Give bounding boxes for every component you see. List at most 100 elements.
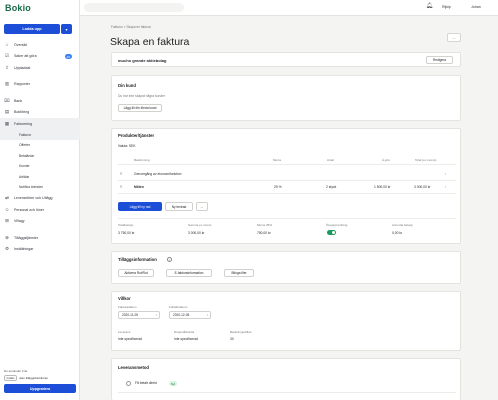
invoice-icon: ▦ [4,120,10,126]
radio-button[interactable] [126,381,131,386]
upload-icon: ⇪ [5,64,9,70]
add-text-row-button[interactable]: Ny textrad [165,202,193,211]
products-title: Produkter/tjänster [118,133,155,138]
sidebar-item-leverantorer[interactable]: ⇄ Leverantörer och Utlägg [0,193,80,205]
summary-vat-label: Moms 25% [257,223,273,227]
summary-vat-value: 750,00 kr [257,231,271,235]
additional-info-title: Tilläggsinformation [118,257,157,262]
company-card: mucho grande aktiebolag Redigera [111,52,461,67]
summary-exvat-label: Summa ex moms [188,223,212,227]
late-interest-value[interactable]: Inte specificerad [174,337,198,341]
sidebar-item-uppladdat[interactable]: ⇪ Uppladdat [0,62,80,74]
bokio-logo[interactable]: Bokio [5,3,31,13]
header-vat: Moms [273,158,282,162]
chevron-down-icon: ▾ [65,26,68,32]
drag-handle-icon[interactable]: ⠿ [120,172,122,176]
breadcrumb[interactable]: Fakturor > Skapa en faktura [111,25,151,29]
plan-tag: Gratis [4,375,18,381]
sidebar-item-rapporter[interactable]: ▥ Rapporter [0,79,80,91]
payment-terms-label: Betalningsvillkor [230,330,252,334]
chevron-right-icon[interactable]: › [445,172,446,176]
late-interest-label: Dröjsmålsränta [174,330,195,334]
summary-total-value: 3 750,00 kr [118,231,135,235]
sidebar-item-personal[interactable]: ☺ Personal och löner [0,204,80,216]
add-row-button[interactable]: Lägg till ny rad [118,202,162,211]
sidebar-item-installningar[interactable]: ⚙ Inställningar [0,244,80,256]
chevron-right-icon[interactable]: › [445,185,446,189]
sidebar-item-bokforing[interactable]: ▤ Bokföring [0,107,80,119]
user-menu[interactable]: Johan [471,5,481,9]
sidebar-item-villagy[interactable]: ⊞ Villagy [0,216,80,228]
topbar: 🔔︎ Rijkip Johan [80,0,498,16]
row-description[interactable]: Möten [134,185,144,189]
plan-text: utan tilläggsfunktioner [19,376,49,380]
sidebar-item-fakturering[interactable]: ▦ Fakturering [0,118,80,130]
supplier-icon: ⇄ [5,195,9,201]
sidebar-sub-offerter[interactable]: Offerter [0,140,80,151]
bank-icon: ⌧ [4,97,10,103]
sidebar-item-oversikt[interactable]: ⌂ Översikt [0,39,80,51]
people-icon: ☺ [4,207,10,213]
terms-card: Villkor Fakturadatum 2020-11-05 ▫ Förfall… [111,291,461,351]
row-qty[interactable]: 2 styck [326,185,336,189]
row-vat[interactable]: 25 % [274,185,282,189]
calendar-icon: ▫ [206,313,208,317]
summary-exvat-value: 3 000,00 kr [188,231,205,235]
row-price[interactable]: 1 500,00 kr [374,185,391,189]
payment-terms-value[interactable]: 30 [230,337,234,341]
delivery-title: Leveransmetod [118,365,149,370]
grid-icon: ⊞ [5,218,9,224]
customer-title: Din kund [118,83,136,88]
delivery-terms-value[interactable]: Inte specificerad [118,337,142,341]
upgrade-button[interactable]: Uppgradera [4,384,76,393]
attach-files-button[interactable]: Bifoga filer [224,269,254,277]
new-badge: Nyt [169,381,178,386]
more-row-options-button[interactable]: ... [196,202,208,211]
info-icon[interactable]: i [167,257,172,262]
due-date-label: Förfallodatum [169,305,188,309]
row-description[interactable]: Genomgång av ekonomifunktion [134,172,181,176]
rounding-label: Öresavrundning [326,223,348,227]
search-input[interactable] [84,3,184,12]
checklist-icon: ☑ [4,53,10,59]
plan-label: Du använder Fria [4,369,28,373]
invoice-date-label: Fakturadatum [118,305,137,309]
upload-button[interactable]: Ladda upp [4,24,60,34]
rounded-amount-label: Avrunda belopp [392,223,413,227]
rounding-toggle[interactable] [327,230,336,235]
add-first-customer-button[interactable]: Lägg till din första kund [118,104,162,112]
company-switcher[interactable]: Rijkip [442,5,451,9]
due-date-field[interactable]: 2020-12-05 ▫ [169,311,211,319]
summary-total-label: Totalbelopp [118,223,134,227]
drag-handle-icon[interactable]: ⠿ [120,185,122,189]
sidebar-sub-fakturor[interactable]: Fakturor [0,129,80,140]
bell-icon[interactable]: 🔔︎ [426,3,433,9]
sidebar-item-bank[interactable]: ⌧ Bank [0,95,80,107]
plugin-icon: ⊕ [5,234,9,240]
sidebar-sub-artiklar[interactable]: Artiklar [0,172,80,183]
sidebar-sub-notifica[interactable]: Notifica ärenden [0,182,80,193]
calendar-icon: ▫ [155,313,157,317]
e-invoice-info-button[interactable]: E-fakturainformation [166,269,212,277]
row-total[interactable]: 3 000,00 kr [414,185,431,189]
book-icon: ▤ [4,109,10,115]
edit-company-button[interactable]: Redigera [426,56,453,64]
more-actions-button[interactable]: ... [447,33,461,42]
home-icon: ⌂ [5,42,9,48]
delivery-option-label[interactable]: Få betalt direkt [135,381,157,385]
todo-count-badge: 20 [64,54,72,59]
additional-info-card: Tilläggsinformation i Aktivera Rot/Rut E… [111,251,461,284]
sidebar-item-tillagg[interactable]: ⊕ Tilläggstjänster [0,232,80,244]
chart-icon: ▥ [4,81,10,87]
terms-title: Villkor [118,296,131,301]
activate-rot-rut-button[interactable]: Aktivera Rot/Rut [118,269,154,277]
header-price: À-pris [382,158,390,162]
rounded-amount-value: 0,00 kr [392,231,403,235]
sidebar-item-todo[interactable]: ☑ Saker att göra 20 [0,51,80,63]
invoice-date-field[interactable]: 2020-11-05 ▫ [118,311,160,319]
customer-card: Din kund Du har inte skapat några kunder… [111,75,461,121]
sidebar-sub-kunder[interactable]: Kunder [0,161,80,172]
header-total: Total (ex moms) [415,158,437,162]
sidebar-sub-betalardar[interactable]: Betalärdar [0,151,80,162]
upload-dropdown-button[interactable]: ▾ [61,24,72,34]
